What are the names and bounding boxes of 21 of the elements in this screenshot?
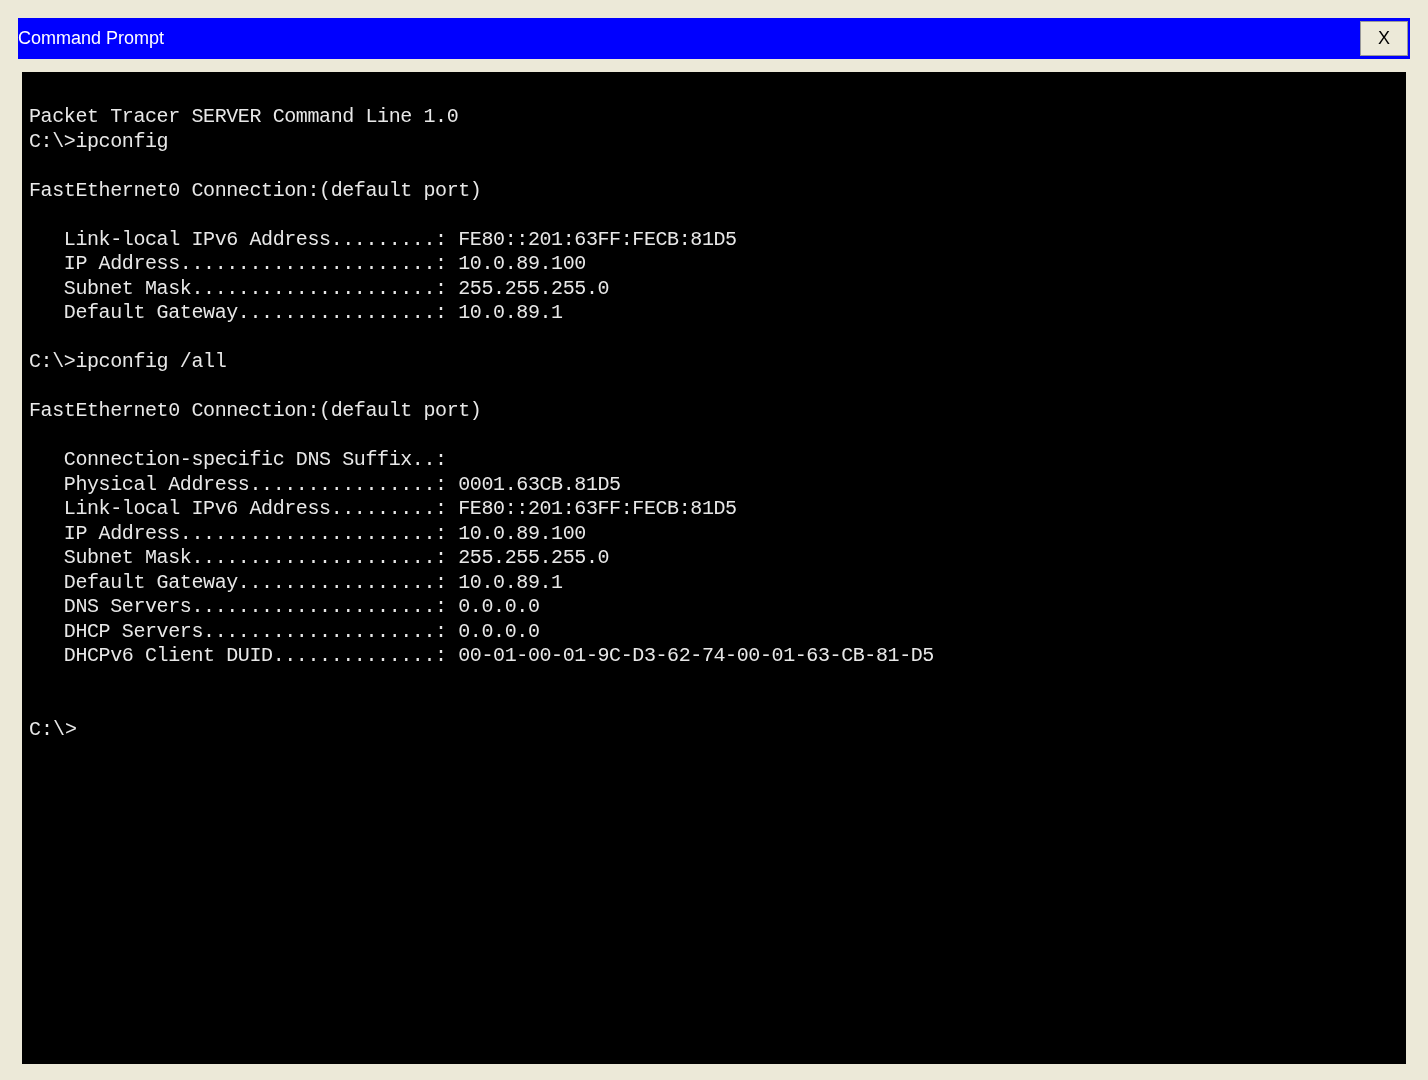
terminal-line: Link-local IPv6 Address.........: FE80::201:63FF:FECB:81D5 (62, 227, 737, 252)
terminal-line: IP Address......................: 10.0.89.100 (62, 252, 586, 277)
terminal-line: DHCP Servers....................: 0.0.0.0 (62, 619, 540, 644)
terminal-line: IP Address......................: 10.0.89.100 (62, 521, 586, 546)
terminal-line: Connection-specific DNS Suffix..: (62, 448, 447, 473)
terminal-line: Link-local IPv6 Address.........: FE80::201:63FF:FECB:81D5 (62, 497, 737, 522)
close-button[interactable]: X (1360, 21, 1408, 56)
terminal-line: Subnet Mask.....................: 255.255.255.0 (62, 276, 610, 301)
terminal-line: FastEthernet0 Connection:(default port) (29, 399, 482, 424)
terminal-line: FastEthernet0 Connection:(default port) (29, 178, 482, 203)
terminal-line: C:\>ipconfig /all (29, 350, 227, 375)
window-title: Command Prompt (18, 27, 165, 50)
terminal-line: Physical Address................: 0001.63CB.81D5 (62, 472, 621, 497)
terminal-line: Default Gateway.................: 10.0.89.1 (62, 301, 563, 326)
terminal-line: C:\>ipconfig (29, 129, 169, 154)
terminal-line: DNS Servers.....................: 0.0.0.0 (62, 595, 540, 620)
command-prompt[interactable]: C:\> (29, 717, 77, 742)
terminal-line: Packet Tracer SERVER Command Line 1.0 (29, 105, 459, 130)
terminal-line: DHCPv6 Client DUID..............: 00-01-00-01-9C-D3-62-74-00-01-63-CB-81-D5 (62, 644, 934, 669)
terminal-line: Subnet Mask.....................: 255.255.255.0 (62, 546, 610, 571)
terminal-line: Default Gateway.................: 10.0.89.1 (62, 570, 563, 595)
